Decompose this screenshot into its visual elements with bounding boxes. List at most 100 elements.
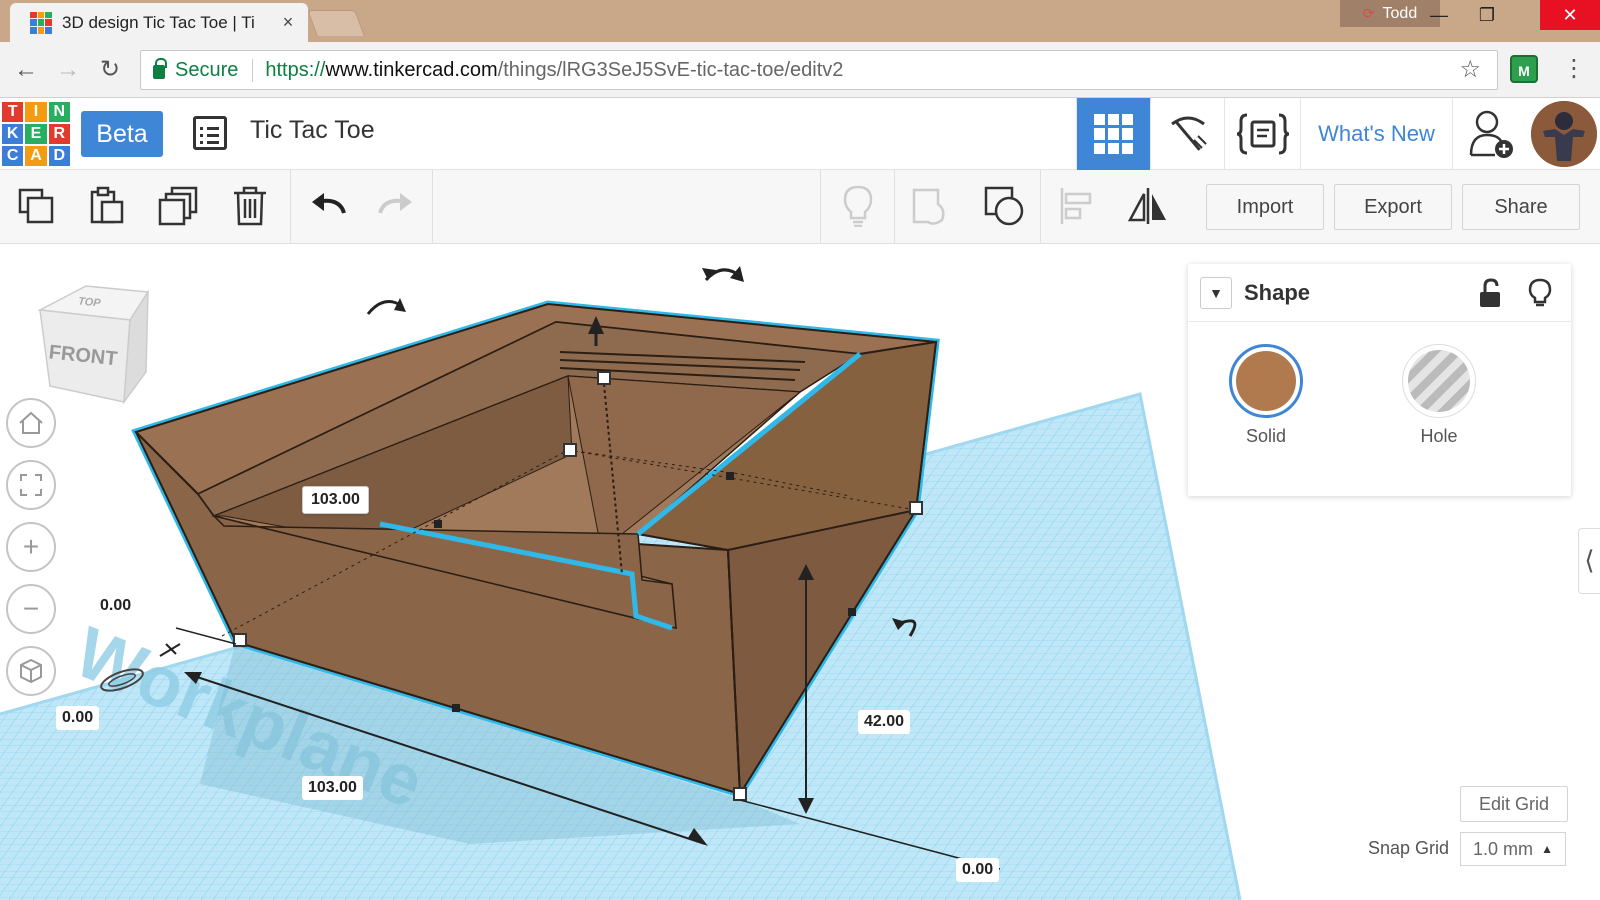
resize-handle[interactable] — [597, 371, 611, 385]
extension-icon[interactable]: M — [1510, 55, 1538, 83]
toolbar-divider — [290, 170, 291, 244]
solid-color-fill — [1236, 351, 1296, 411]
resize-handle[interactable] — [452, 704, 460, 712]
chevron-up-icon: ▲ — [1541, 842, 1553, 856]
fit-view-button[interactable] — [6, 460, 56, 510]
ungroup-button[interactable] — [982, 184, 1026, 228]
resize-handle[interactable] — [848, 608, 856, 616]
cube-outline-icon — [20, 658, 42, 684]
code-braces-icon — [1236, 113, 1289, 155]
align-left-icon — [1060, 188, 1092, 224]
width-top-dimension-input[interactable]: 103.00 — [302, 486, 369, 514]
group-button[interactable] — [908, 184, 952, 228]
solid-swatch[interactable] — [1229, 344, 1303, 418]
beta-badge[interactable]: Beta — [81, 111, 163, 157]
shapes-panel-toggle[interactable]: ⟨ — [1578, 528, 1600, 594]
resize-handle[interactable] — [563, 443, 577, 457]
hole-swatch[interactable] — [1402, 344, 1476, 418]
copy-icon — [18, 188, 54, 224]
hole-label: Hole — [1420, 426, 1458, 446]
rotate-handle[interactable] — [366, 298, 406, 315]
width-bottom-dimension-input[interactable]: 103.00 — [302, 776, 363, 800]
codeblocks-button[interactable] — [1224, 98, 1300, 170]
view-cube[interactable]: TOP FRONT — [34, 284, 150, 405]
new-tab-button[interactable] — [307, 10, 365, 36]
sync-error-icon: ⟳ — [1362, 5, 1375, 21]
logo-letter: A — [25, 146, 47, 166]
paste-button[interactable] — [84, 184, 128, 228]
mirror-button[interactable] — [1126, 184, 1170, 228]
lock-icon — [153, 58, 167, 79]
resize-handle[interactable] — [726, 472, 734, 480]
secure-label: Secure — [175, 58, 239, 81]
bookmark-star-icon[interactable]: ☆ — [1459, 55, 1481, 84]
perspective-toggle-button[interactable] — [6, 646, 56, 696]
logo-letter: C — [2, 146, 24, 166]
snap-grid-select[interactable]: 1.0 mm ▲ — [1460, 832, 1566, 866]
offset-x-dimension-input[interactable]: 0.00 — [94, 594, 138, 618]
workspace[interactable]: Workplane TOP FRONT + − 103.00 0.00 0.00… — [0, 244, 1600, 900]
whats-new-label: What's New — [1318, 121, 1435, 146]
shape-inspector-panel: ▼ Shape Solid Hole — [1188, 264, 1571, 496]
home-view-button[interactable] — [6, 398, 56, 448]
whats-new-button[interactable]: What's New — [1300, 98, 1452, 170]
resize-handle[interactable] — [909, 501, 923, 515]
design-list-icon[interactable] — [193, 116, 227, 150]
tinkercad-favicon-icon — [30, 11, 52, 34]
lightbulb-icon — [843, 185, 873, 227]
offset-y-dimension-input[interactable]: 0.00 — [56, 706, 100, 730]
browser-tab-strip: 3D design Tic Tac Toe | Ti × ⟳ Todd — ❐ … — [0, 0, 1600, 42]
pickaxe-icon — [1170, 116, 1207, 151]
lightbulb-icon[interactable] — [1528, 278, 1552, 308]
redo-icon — [378, 193, 412, 214]
address-bar[interactable]: Secure https://www.tinkercad.com/things/… — [140, 50, 1498, 90]
undo-icon — [312, 193, 346, 214]
app-header: TIN KER CAD Beta Tic Tac Toe What's New — [0, 98, 1600, 170]
logo-letter: E — [25, 124, 47, 144]
3d-view-button[interactable] — [1076, 98, 1150, 170]
undo-button[interactable] — [306, 184, 350, 228]
delete-button[interactable] — [228, 184, 272, 228]
align-button[interactable] — [1054, 184, 1098, 228]
redo-button[interactable] — [374, 184, 418, 228]
collapse-inspector-button[interactable]: ▼ — [1200, 276, 1232, 309]
close-window-button[interactable]: ✕ — [1540, 0, 1600, 30]
security-indicator[interactable]: Secure — [153, 58, 254, 82]
browser-tab[interactable]: 3D design Tic Tac Toe | Ti × — [10, 3, 308, 42]
bricks-mode-button[interactable] — [1150, 98, 1224, 170]
resize-handle[interactable] — [733, 787, 747, 801]
avatar[interactable] — [1531, 101, 1597, 167]
edit-grid-button[interactable]: Edit Grid — [1460, 786, 1568, 822]
group-shapes-icon — [912, 188, 945, 225]
browser-menu-icon[interactable]: ⋮ — [1562, 54, 1586, 83]
zoom-out-button[interactable]: − — [6, 584, 56, 634]
copy-button[interactable] — [14, 184, 58, 228]
design-title[interactable]: Tic Tac Toe — [250, 116, 375, 145]
share-button[interactable]: Share — [1462, 184, 1580, 230]
back-arrow-icon[interactable]: ← — [10, 54, 42, 86]
export-button[interactable]: Export — [1334, 184, 1452, 230]
maximize-button[interactable]: ❐ — [1464, 0, 1510, 30]
reload-icon[interactable]: ↻ — [94, 54, 126, 86]
hole-pattern-fill — [1408, 350, 1470, 412]
logo-letter: D — [48, 146, 70, 166]
height-dimension-input[interactable]: 42.00 — [858, 710, 911, 734]
rotate-handle[interactable] — [702, 266, 744, 282]
logo-letter: R — [48, 124, 70, 144]
duplicate-button[interactable] — [156, 184, 200, 228]
forward-arrow-icon[interactable]: → — [52, 54, 84, 86]
offset-z-dimension-input[interactable]: 0.00 — [956, 858, 1000, 882]
paste-icon — [90, 186, 124, 224]
tab-close-icon[interactable]: × — [278, 12, 298, 33]
add-user-button[interactable] — [1452, 98, 1530, 170]
tab-title: 3D design Tic Tac Toe | Ti — [62, 12, 255, 32]
note-button[interactable] — [836, 184, 880, 228]
snap-grid-label: Snap Grid — [1368, 838, 1450, 858]
minimize-button[interactable]: — — [1416, 0, 1462, 30]
unlock-icon[interactable] — [1478, 278, 1502, 308]
import-button[interactable]: Import — [1206, 184, 1324, 230]
add-user-icon — [1469, 110, 1513, 158]
zoom-in-button[interactable]: + — [6, 522, 56, 572]
tinkercad-logo[interactable]: TIN KER CAD — [2, 102, 70, 166]
resize-handle[interactable] — [434, 520, 442, 528]
